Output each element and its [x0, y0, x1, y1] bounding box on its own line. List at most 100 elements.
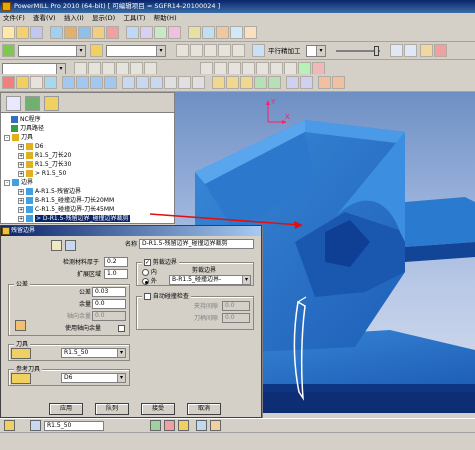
- pick-icon[interactable]: [16, 76, 29, 89]
- view-back-icon[interactable]: [104, 76, 117, 89]
- hidden-icon[interactable]: [150, 76, 163, 89]
- play-start-icon[interactable]: [176, 44, 189, 57]
- tool-select[interactable]: R1.5_50 ▾: [61, 348, 126, 358]
- name-field[interactable]: D-R1.5-残留边界_碰撞边界裁剪: [139, 239, 254, 249]
- detect-thickness-field[interactable]: 0.2: [104, 257, 128, 267]
- zoom-icon[interactable]: [390, 44, 403, 57]
- expand-toggle[interactable]: +: [18, 215, 24, 222]
- expand-toggle[interactable]: +: [18, 161, 24, 168]
- nc-program-icon[interactable]: [202, 26, 215, 39]
- rotate-icon[interactable]: [212, 76, 225, 89]
- verify-icon[interactable]: [230, 26, 243, 39]
- feature-icon[interactable]: [154, 26, 167, 39]
- pan-icon[interactable]: [226, 76, 239, 89]
- status-icon-e[interactable]: [210, 420, 221, 431]
- trim-checkbox[interactable]: ✓: [144, 259, 151, 266]
- strategy-icon[interactable]: [252, 44, 265, 57]
- status-tool-icon[interactable]: [4, 420, 15, 431]
- calc-icon[interactable]: [244, 26, 257, 39]
- view-side-icon[interactable]: [90, 76, 103, 89]
- allowance-field[interactable]: 0.0: [92, 299, 126, 309]
- accept-button[interactable]: 接受: [141, 403, 175, 415]
- measure-icon[interactable]: [254, 76, 267, 89]
- explorer-tab[interactable]: [6, 96, 21, 111]
- shade-icon[interactable]: [122, 76, 135, 89]
- inside-option[interactable]: 内: [142, 268, 157, 277]
- tree-item[interactable]: + A-R1.5-残留边界: [18, 187, 81, 196]
- spin-icon[interactable]: [240, 76, 253, 89]
- play-end-icon[interactable]: [232, 44, 245, 57]
- menu-file[interactable]: 文件(F): [0, 13, 28, 24]
- collapse-toggle[interactable]: -: [4, 179, 10, 186]
- menu-help[interactable]: 帮助(H): [151, 13, 180, 24]
- tree-item[interactable]: 刀具路径: [11, 124, 44, 133]
- step-back-icon[interactable]: [190, 44, 203, 57]
- tool-select-icon[interactable]: [11, 348, 31, 359]
- view-front-icon[interactable]: [76, 76, 89, 89]
- workplane-icon[interactable]: [188, 26, 201, 39]
- apply-button[interactable]: 应用: [49, 403, 83, 415]
- tolerance-field[interactable]: 0.03: [92, 287, 126, 297]
- machine-icon[interactable]: [420, 44, 433, 57]
- toolpath-icon[interactable]: [2, 44, 15, 57]
- html-tab[interactable]: [25, 96, 40, 111]
- stock-icon[interactable]: [318, 76, 331, 89]
- zoom-fit-icon[interactable]: [192, 76, 205, 89]
- step-forward-icon[interactable]: [218, 44, 231, 57]
- expand-toggle[interactable]: +: [18, 170, 24, 177]
- use-axial-checkbox[interactable]: [118, 324, 125, 333]
- active-tool-icon[interactable]: [90, 44, 103, 57]
- thickness-icon[interactable]: [15, 320, 26, 331]
- pattern-icon[interactable]: [140, 26, 153, 39]
- collapse-toggle[interactable]: -: [4, 134, 10, 141]
- status-boundary-icon[interactable]: [30, 420, 41, 431]
- leads-icon[interactable]: [106, 26, 119, 39]
- tree-item[interactable]: + > D-R1.5-残留边界_碰撞边界裁剪: [18, 214, 130, 223]
- toolpath-combo[interactable]: ▾: [18, 45, 86, 57]
- speed-slider[interactable]: [374, 46, 379, 56]
- tree-item[interactable]: + R1.5_刀长30: [18, 160, 71, 169]
- zoom-in-icon[interactable]: [164, 76, 177, 89]
- block-icon[interactable]: [50, 26, 63, 39]
- delete-icon[interactable]: [2, 76, 15, 89]
- expand-toggle[interactable]: +: [18, 197, 24, 204]
- status-icon-a[interactable]: [150, 420, 161, 431]
- copy-boundary-icon[interactable]: [51, 240, 62, 251]
- level-icon[interactable]: [168, 26, 181, 39]
- trim-boundary-select[interactable]: B-R1.5_碰撞边界- ▾: [169, 275, 251, 285]
- shading-icon[interactable]: [268, 76, 281, 89]
- tree-item[interactable]: + > R1.5_50: [18, 169, 66, 178]
- expand-toggle[interactable]: +: [18, 152, 24, 159]
- wireframe-icon[interactable]: [136, 76, 149, 89]
- rapid-move-icon[interactable]: [78, 26, 91, 39]
- status-icon-d[interactable]: [196, 420, 207, 431]
- cancel-button[interactable]: 取消: [187, 403, 221, 415]
- auto-collision-checkbox[interactable]: [144, 293, 151, 300]
- expand-toggle[interactable]: +: [18, 188, 24, 195]
- tree-item[interactable]: + C-R1.5_碰撞边界-刀长45MM: [18, 205, 114, 214]
- ref-tool-select[interactable]: D6 ▾: [61, 373, 126, 383]
- status-icon-b[interactable]: [164, 420, 175, 431]
- status-tool-field[interactable]: R1.5_50: [44, 421, 104, 431]
- tree-item[interactable]: - 边界: [4, 178, 33, 187]
- ref-tool-select-icon[interactable]: [11, 373, 31, 384]
- view-top-icon[interactable]: [62, 76, 75, 89]
- close-sim-icon[interactable]: [434, 44, 447, 57]
- menu-view[interactable]: 查看(V): [30, 13, 59, 24]
- locate-icon[interactable]: [65, 240, 76, 251]
- tree-item[interactable]: + R1.5_刀长20: [18, 151, 71, 160]
- status-icon-c[interactable]: [178, 420, 189, 431]
- feedrate-icon[interactable]: [92, 26, 105, 39]
- tool-icon[interactable]: [64, 26, 77, 39]
- tree-item[interactable]: + D6: [18, 142, 43, 151]
- expand-field[interactable]: 1.0: [104, 269, 128, 279]
- strategy-combo[interactable]: ▾: [306, 45, 326, 57]
- outside-option[interactable]: 外: [142, 277, 157, 286]
- new-icon[interactable]: [2, 26, 15, 39]
- boundary-icon[interactable]: [126, 26, 139, 39]
- menu-insert[interactable]: 插入(I): [61, 13, 87, 24]
- tree-item[interactable]: NC程序: [11, 115, 41, 124]
- menu-display[interactable]: 显示(D): [89, 13, 118, 24]
- deselect-icon[interactable]: [30, 76, 43, 89]
- toolpath-list-tab[interactable]: [44, 96, 59, 111]
